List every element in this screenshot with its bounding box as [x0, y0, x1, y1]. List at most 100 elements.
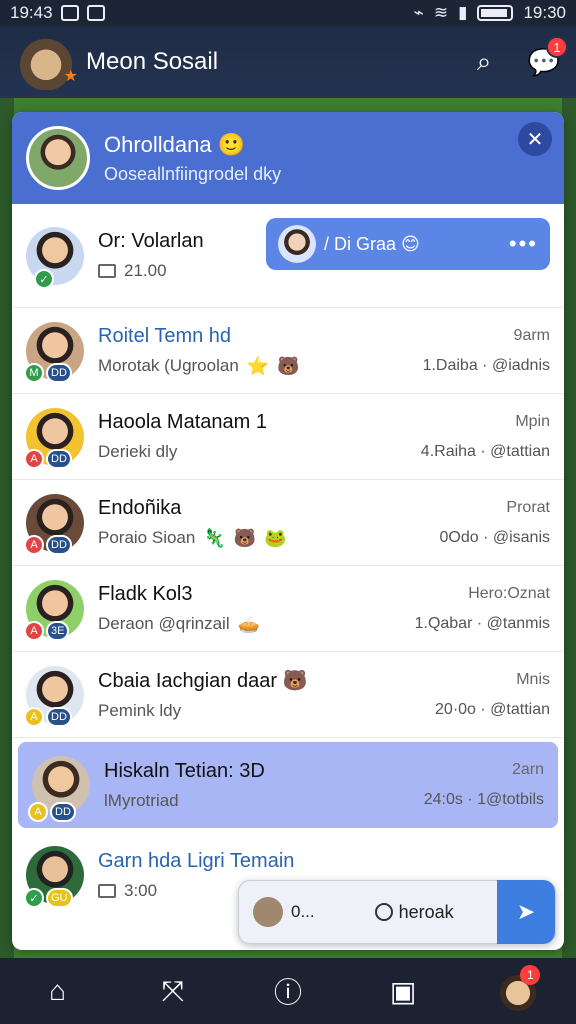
contact-time: Prorat	[506, 498, 550, 516]
contact-sub: 21.00	[124, 261, 167, 280]
panel-header: Ohrolldana 🙂 Ooseallnfiingrodel dky ✕	[12, 112, 564, 204]
contact-sub: Derieki dly	[98, 442, 178, 461]
contact-sub: Deraon @qrinzail	[98, 614, 230, 633]
send-icon: ➤	[516, 899, 536, 924]
role-icon: DD	[46, 707, 72, 727]
role-icon: GU	[46, 888, 73, 908]
nav-connections[interactable]: ⤧	[149, 967, 197, 1015]
role-badge: ✓ GU	[24, 888, 73, 908]
contact-name: Haoola Matanam 1	[98, 411, 267, 433]
clock-icon	[374, 903, 393, 921]
contact-sub: lMyrotriad	[104, 790, 179, 810]
avatar[interactable]	[26, 126, 90, 190]
nav-alerts[interactable]: ⓘ	[264, 967, 312, 1015]
more-icon[interactable]: •••	[509, 231, 538, 257]
role-badge: M DD	[24, 363, 72, 383]
inbox-icon: ▣	[389, 975, 417, 1007]
sticker-icon: 🐻	[277, 355, 300, 376]
nav-inbox[interactable]: ▣	[379, 967, 427, 1015]
role-badge: A DD	[24, 707, 72, 727]
contact-detail: 1.Daiba · @iadnis	[422, 356, 550, 374]
contact-time: Hero:Oznat	[468, 584, 550, 602]
contact-name: Endoñika	[98, 496, 182, 519]
contact-detail: 20·0o · @tattian	[435, 700, 550, 718]
contact-detail: 24:0s · 1@totbils	[423, 791, 544, 808]
contact-sub: Morotak (Ugroolan	[98, 356, 239, 375]
app-title: Meon Sosail	[86, 48, 219, 75]
home-icon: ⌂	[49, 975, 67, 1006]
composer-bar: 0... heroak ➤	[238, 880, 556, 944]
search-button[interactable]: ⌕	[468, 46, 500, 78]
schedule-label: heroak	[398, 901, 454, 922]
role-icon: DD	[46, 363, 72, 383]
sticker-icon: 🥧	[237, 613, 261, 634]
role-badge: A DD	[28, 802, 76, 822]
contact-list: M DD Roitel Temn hd Morotak (Ugroolan ⭐ 🐻 9arm…	[12, 308, 564, 738]
download-notification-icon	[86, 5, 105, 21]
contacts-panel: Ohrolldana 🙂 Ooseallnfiingrodel dky ✕ ✓ …	[12, 112, 564, 950]
gallery-notification-icon	[60, 5, 79, 21]
contact-name: Hiskaln Tetian: 3D	[104, 759, 265, 782]
close-button[interactable]: ✕	[518, 122, 552, 156]
contact-detail: 0Odo · @isanis	[439, 528, 550, 546]
contact-sub: Poraio Sioan	[98, 528, 196, 547]
panel-header-subtitle: Ooseallnfiingrodel dky	[104, 163, 282, 184]
messages-button[interactable]: 💬 1	[528, 36, 568, 78]
list-item-selected[interactable]: A DD Hiskaln Tetian: 3D lMyrotriad 2arn …	[18, 742, 558, 828]
role-icon: 3E	[46, 621, 70, 641]
role-icon: A	[24, 449, 44, 469]
mail-icon	[98, 883, 116, 898]
contact-name: Roitel Temn hd	[98, 324, 232, 347]
role-badge: A DD	[24, 449, 72, 469]
sticker-icon: ⭐	[246, 355, 270, 376]
search-icon: ⌕	[476, 46, 492, 76]
role-icon: DD	[50, 802, 76, 822]
contact-sub: 3:00	[124, 880, 158, 900]
list-item[interactable]: A DD Endoñika Poraio Sioan 🦎 🐻 🐸 Prorat 0Odo · @…	[12, 480, 564, 566]
avatar	[253, 897, 283, 927]
connections-icon: ⤧	[161, 974, 184, 1006]
contact-sub: Pemink ldy	[98, 701, 182, 720]
mail-icon	[98, 264, 116, 278]
contact-detail: 1.Qabar · @tanmis	[414, 614, 550, 632]
status-clock: 19:30	[523, 3, 566, 22]
list-item[interactable]: A 3E Fladk Kol3 Deraon @qrinzail 🥧 Hero:Oznat…	[12, 566, 564, 652]
app-logo-icon	[16, 34, 78, 90]
status-bar: 19:43 ⌁ ≋ ▮ 19:30	[0, 0, 576, 26]
sticker-icon: 🐻	[233, 527, 257, 548]
schedule-button[interactable]: heroak	[374, 901, 454, 923]
bubble-text: / Di Graa 😊	[324, 233, 420, 254]
bottom-nav: ⌂ ⤧ ⓘ ▣ 1	[0, 958, 576, 1024]
composer-text[interactable]: 0...	[291, 902, 315, 922]
role-icon: ✓	[24, 888, 44, 908]
info-icon: ⓘ	[273, 977, 302, 1008]
sticker-icon: 🦎	[203, 527, 226, 548]
role-icon: A	[28, 802, 48, 822]
role-icon: DD	[46, 449, 72, 469]
nav-home[interactable]: ⌂	[34, 967, 82, 1015]
profile-badge: 1	[520, 965, 541, 985]
panel-header-name: Ohrolldana 🙂	[104, 131, 246, 157]
online-icon: ✓	[34, 269, 54, 289]
list-item[interactable]: ✓ Or: Volarlan 21.00 / Di Graa 😊 •••	[12, 204, 564, 308]
signal-icon: ▮	[458, 3, 468, 22]
notification-badge: 1	[546, 36, 568, 58]
close-icon: ✕	[526, 128, 544, 151]
list-item[interactable]: A DD Haoola Matanam 1 Derieki dly Mpin 4.Raih…	[12, 394, 564, 480]
battery-icon	[477, 5, 514, 21]
list-item[interactable]: A DD Cbaia Iachgian daar 🐻 Pemink ldy Mnis 20…	[12, 652, 564, 738]
list-item[interactable]: M DD Roitel Temn hd Morotak (Ugroolan ⭐ 🐻 9arm…	[12, 308, 564, 394]
nav-profile[interactable]: 1	[494, 965, 542, 1015]
send-button[interactable]: ➤	[497, 880, 555, 944]
message-preview-bubble[interactable]: / Di Graa 😊 •••	[266, 218, 550, 270]
role-icon: M	[24, 363, 44, 383]
sticker-icon: 🐸	[264, 527, 287, 548]
contact-name: Cbaia Iachgian daar 🐻	[98, 670, 308, 692]
contact-name: Fladk Kol3	[98, 582, 193, 605]
contact-time: Mnis	[516, 670, 550, 688]
vibrate-icon: ⌁	[413, 3, 424, 22]
avatar	[278, 225, 316, 263]
contact-name: Garn hda Ligri Temain	[98, 849, 295, 872]
contact-time: 2arn	[511, 761, 544, 778]
role-icon: DD	[46, 535, 72, 555]
